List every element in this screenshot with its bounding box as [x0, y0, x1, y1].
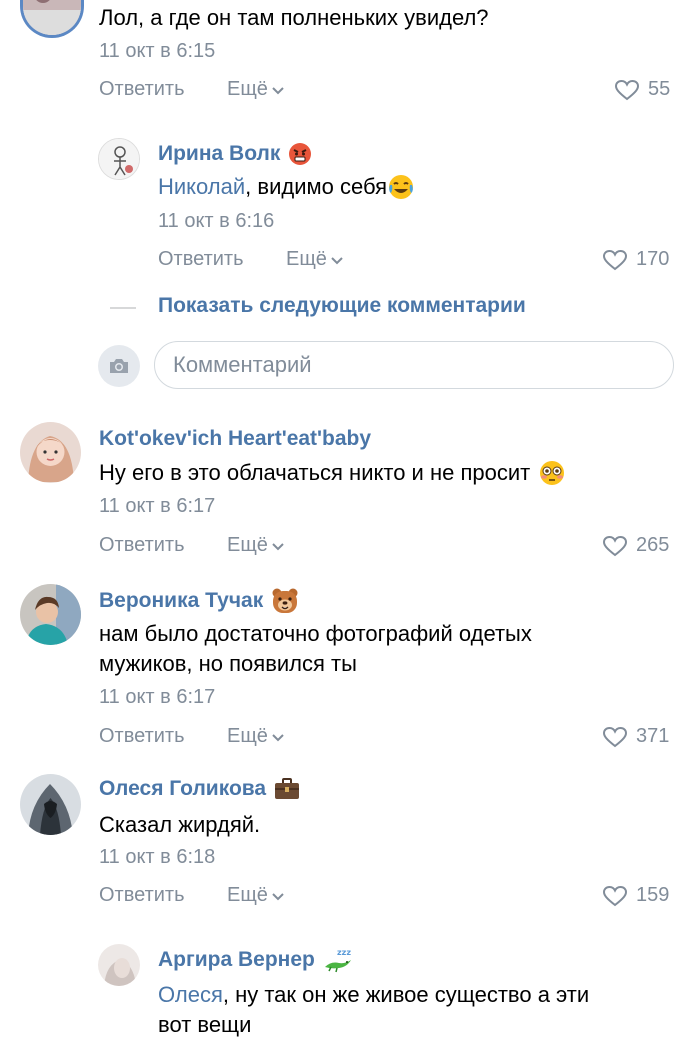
comment-input[interactable]: Комментарий — [154, 341, 674, 389]
avatar[interactable] — [20, 0, 84, 38]
comment-body: , видимо себя — [245, 174, 387, 199]
briefcase-emoji — [274, 777, 300, 801]
like-button[interactable]: 170 — [602, 248, 669, 271]
flushed-face-emoji — [538, 459, 566, 487]
reply-button[interactable]: Ответить — [158, 248, 244, 271]
show-more-comments-link[interactable]: Показать следующие комментарии — [158, 294, 526, 318]
avatar[interactable] — [20, 422, 81, 483]
avatar[interactable] — [98, 138, 140, 180]
comment-author[interactable]: Вероника Тучак — [99, 587, 299, 615]
divider — [110, 307, 136, 309]
more-label: Ещё — [286, 248, 327, 270]
svg-text:zzz: zzz — [337, 948, 351, 957]
reply-button[interactable]: Ответить — [99, 884, 185, 907]
avatar[interactable] — [98, 944, 140, 986]
heart-outline-icon — [614, 79, 640, 100]
like-button[interactable]: 371 — [602, 725, 669, 748]
comment-body-line: вот вещи — [158, 1012, 252, 1037]
comment-date: 11 окт в 6:18 — [99, 846, 216, 868]
comment-body-line: нам было достаточно фотографий одетых — [99, 621, 532, 646]
more-label: Ещё — [227, 884, 268, 906]
attach-photo-button[interactable] — [98, 345, 140, 387]
author-name: Ирина Волк — [158, 142, 281, 165]
like-count: 170 — [636, 248, 670, 270]
reply-button[interactable]: Ответить — [99, 78, 185, 101]
like-button[interactable]: 159 — [602, 884, 669, 907]
comment-date: 11 окт в 6:17 — [99, 495, 216, 517]
heart-outline-icon — [602, 726, 628, 747]
comment-text: Олеся, ну так он же живое существо а эти… — [158, 980, 678, 1040]
like-count: 265 — [636, 534, 670, 556]
like-count: 159 — [636, 884, 670, 906]
reply-button[interactable]: Ответить — [99, 534, 185, 557]
chevron-down-icon — [272, 733, 284, 741]
comment-body: Ну его в это облачаться никто и не проси… — [99, 460, 531, 485]
reply-button[interactable]: Ответить — [99, 725, 185, 748]
more-label: Ещё — [227, 725, 268, 747]
mention-link[interactable]: Олеся — [158, 982, 223, 1007]
comment-text: Николай, видимо себя — [158, 172, 415, 202]
comment-body: , ну так он же живое существо а эти — [222, 982, 590, 1007]
comment-date: 11 окт в 6:15 — [99, 40, 216, 62]
comment-author[interactable]: Олеся Голикова — [99, 777, 300, 801]
angry-face-emoji — [288, 142, 312, 166]
more-button[interactable]: Ещё — [227, 534, 286, 557]
avatar[interactable] — [20, 584, 81, 645]
more-button[interactable]: Ещё — [286, 248, 345, 271]
tears-of-joy-emoji — [387, 173, 415, 201]
chevron-down-icon — [272, 542, 284, 550]
mention-link[interactable]: Николай — [158, 172, 245, 202]
like-button[interactable]: 265 — [602, 534, 669, 557]
like-count: 371 — [636, 725, 670, 747]
comment-text: нам было достаточно фотографий одетых му… — [99, 619, 659, 679]
author-name: Олеся Голикова — [99, 777, 267, 800]
comment-body-line: Олеся, ну так он же живое существо а эти — [158, 980, 678, 1010]
more-button[interactable]: Ещё — [227, 78, 286, 101]
chevron-down-icon — [272, 892, 284, 900]
author-name: Аргира Вернер — [158, 948, 315, 971]
more-button[interactable]: Ещё — [227, 725, 286, 748]
heart-outline-icon — [602, 885, 628, 906]
author-name: Вероника Тучак — [99, 589, 264, 612]
comment-text: Сказал жирдяй. — [99, 812, 261, 837]
heart-outline-icon — [602, 249, 628, 270]
avatar[interactable] — [20, 774, 81, 835]
comment-author[interactable]: Аргира Вернер zzz — [158, 947, 353, 973]
comment-body-line: мужиков, но появился ты — [99, 651, 357, 676]
sleeping-lizard-emoji: zzz — [323, 947, 353, 973]
camera-icon — [110, 359, 128, 373]
comment-text: Ну его в это облачаться никто и не проси… — [99, 458, 566, 488]
more-label: Ещё — [227, 534, 268, 556]
bear-face-emoji — [271, 587, 299, 615]
more-label: Ещё — [227, 78, 268, 100]
more-button[interactable]: Ещё — [227, 884, 286, 907]
comment-author[interactable]: Kot'okev'ich Heart'eat'baby — [99, 427, 371, 451]
comment-date: 11 окт в 6:17 — [99, 686, 216, 708]
like-button[interactable]: 55 — [614, 78, 670, 101]
comment-text: Лол, а где он там полненьких увидел? — [99, 5, 489, 30]
comment-input-placeholder: Комментарий — [173, 352, 312, 377]
comment-author[interactable]: Ирина Волк — [158, 142, 312, 166]
like-count: 55 — [648, 78, 671, 100]
chevron-down-icon — [331, 256, 343, 264]
author-name: Kot'okev'ich Heart'eat'baby — [99, 427, 372, 450]
chevron-down-icon — [272, 86, 284, 94]
comment-date: 11 окт в 6:16 — [158, 210, 275, 232]
heart-outline-icon — [602, 535, 628, 556]
